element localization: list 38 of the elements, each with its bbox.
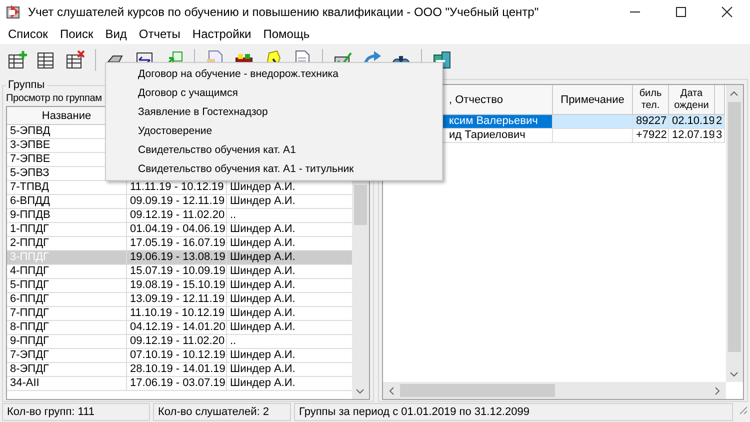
table-cell: 13.09.19 - 12.11.19 [127,293,227,307]
table-cell: 1-ППДГ [7,223,127,237]
table-cell: 6-ВПДД [7,195,127,209]
table-cell: 6-ППДГ [7,293,127,307]
table-cell: 11.10.19 - 10.12.19 [127,307,227,321]
table-cell: 17.06.19 - 03.07.19 [127,377,227,391]
status-text: Кол-во слушателей: 2 [153,403,291,421]
table-cell: 19.06.19 - 13.08.19 [127,251,227,265]
table-cell: +7922 [633,129,669,143]
table-cell: 12.07.19 [669,129,715,143]
table-cell: 09.12.19 - 11.02.20 [127,209,227,223]
groupbox-title: Группы [7,79,46,91]
table-cell: 28.10.19 - 14.01.19 [127,363,227,377]
table-cell: 07.10.19 - 10.12.19 [127,349,227,363]
table-cell: 9-ППДГ [7,335,127,349]
table-cell: 09.12.19 - 11.02.20 [127,335,227,349]
table-cell: 3 [715,129,725,143]
table-cell: 8-ППДГ [7,321,127,335]
table-cell: 15.07.19 - 10.09.19 [127,265,227,279]
table-cell: 19.08.19 - 15.10.19 [127,279,227,293]
table-cell: 89227 [633,115,669,129]
table-cell: 7-ППДГ [7,307,127,321]
status-text: Кол-во групп: 111 [2,403,150,421]
table-cell: 01.04.19 - 04.06.19 [127,223,227,237]
table-cell: Шиндер А.И. [227,251,352,265]
table-cell: 4-ППДГ [7,265,127,279]
table-cell: 8-ЭПДГ [7,363,127,377]
window-title: Учет слушателей курсов по обучению и повышению квалификации - ООО "Учебный центр" [28,5,540,19]
table-cell: 34-AII [7,377,127,391]
view-label: Просмотр по группам [6,92,102,106]
table-cell: 7-ЭПДГ [7,349,127,363]
table-cell: 02.10.19 [669,115,715,129]
status-text: Группы за период с 01.01.2019 по 31.12.2099 [294,403,733,421]
table-cell: 9-ППДВ [7,209,127,223]
table-cell: 04.12.19 - 14.01.20 [127,321,227,335]
table-cell: 5-ППДГ [7,279,127,293]
table-cell: 09.09.19 - 12.11.19 [127,195,227,209]
table-cell: 2 [715,115,725,129]
